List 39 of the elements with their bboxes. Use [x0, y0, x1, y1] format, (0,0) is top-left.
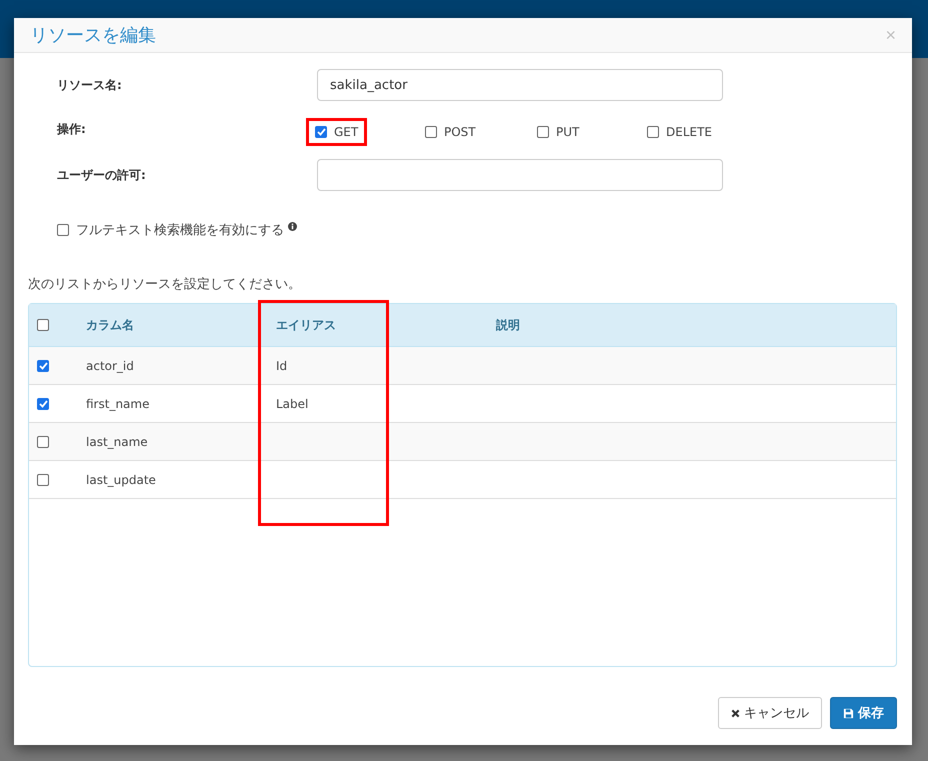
field-label: 操作:: [57, 121, 87, 138]
dialog-title: リソースを編集: [30, 24, 156, 47]
operation-option[interactable]: GET: [309, 121, 364, 143]
checkbox[interactable]: [57, 224, 69, 236]
instruction-text: 次のリストからリソースを設定してください。: [28, 276, 302, 293]
operation-option[interactable]: PUT: [531, 121, 586, 143]
operation-option[interactable]: DELETE: [641, 121, 718, 143]
select-all-checkbox[interactable]: [37, 319, 49, 331]
table-cell-text: Label: [276, 396, 310, 410]
row-checkbox[interactable]: [37, 436, 49, 448]
close-icon: [731, 708, 740, 718]
info-icon: [288, 222, 297, 230]
column-header: エイリアス: [276, 316, 337, 334]
option-label: POST: [444, 125, 476, 139]
save-button[interactable]: 保存: [830, 697, 897, 729]
table-cell-text: actor_id: [86, 358, 135, 372]
row-checkbox[interactable]: [37, 474, 49, 486]
user-permission-field[interactable]: [317, 159, 723, 191]
field-label: リソース名:: [57, 76, 123, 94]
table-cell-text: first_name: [86, 396, 150, 410]
cancel-button[interactable]: キャンセル: [718, 697, 822, 729]
row-checkbox[interactable]: [37, 360, 49, 372]
table-cell-text: Id: [276, 358, 288, 372]
checkbox[interactable]: [315, 126, 327, 138]
field-label: ユーザーの許可:: [57, 166, 147, 184]
checkbox[interactable]: [425, 126, 437, 138]
option-label: PUT: [556, 125, 580, 139]
checkbox[interactable]: [647, 126, 659, 138]
operation-option[interactable]: POST: [419, 121, 482, 143]
option-label: DELETE: [666, 125, 712, 139]
checkbox[interactable]: [537, 126, 549, 138]
table-cell-text: last_name: [86, 434, 149, 448]
option-label: GET: [334, 125, 358, 139]
column-header: カラム名: [86, 316, 135, 334]
resource-name-field[interactable]: sakila_actor: [317, 69, 723, 101]
row-checkbox[interactable]: [37, 398, 49, 410]
table-cell-text: last_update: [86, 472, 157, 486]
fulltext-label: フルテキスト検索機能を有効にする: [76, 222, 284, 239]
column-header: 説明: [494, 316, 521, 334]
